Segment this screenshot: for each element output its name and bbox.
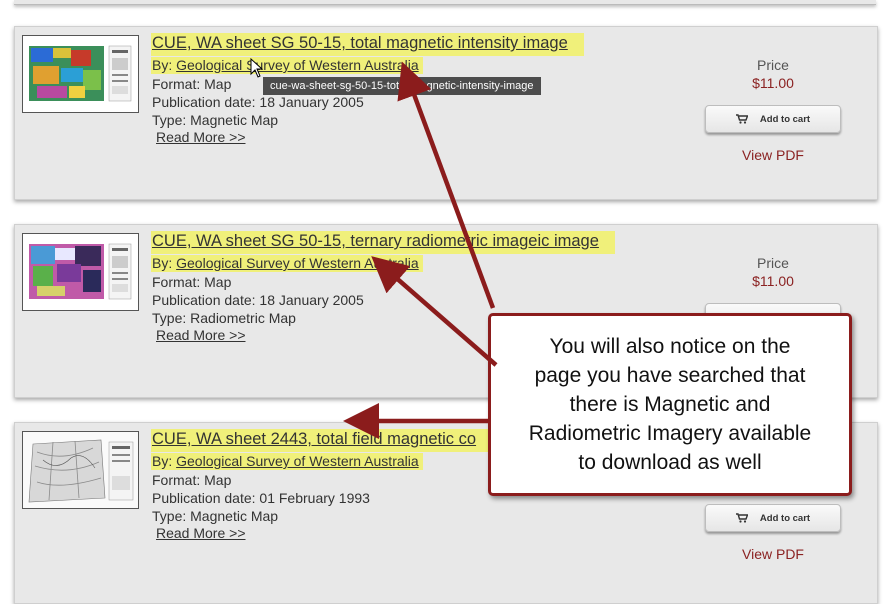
price-value: $11.00: [752, 273, 794, 289]
format-line: Format: Map: [152, 273, 615, 291]
format-label: Format:: [152, 472, 201, 488]
shopping-cart-icon: [735, 114, 748, 124]
date-label: Publication date:: [152, 490, 256, 506]
link-url-tooltip: cue-wa-sheet-sg-50-15-total-magnetic-int…: [263, 77, 541, 95]
format-value: Map: [204, 274, 232, 290]
format-value: Map: [204, 472, 232, 488]
product-card-magnetic-intensity: CUE, WA sheet SG 50-15, total magnetic i…: [14, 26, 878, 200]
price-label: Price: [757, 255, 789, 271]
product-thumbnail-total-field[interactable]: [22, 431, 139, 509]
date-label: Publication date:: [152, 292, 256, 308]
read-more-link[interactable]: Read More >>: [156, 525, 246, 542]
view-pdf-link[interactable]: View PDF: [705, 546, 841, 562]
add-to-cart-label: Add to cart: [759, 512, 811, 524]
date-value: 01 February 1993: [259, 490, 370, 506]
product-title-link[interactable]: CUE, WA sheet 2443, total field magnetic…: [151, 429, 493, 452]
product-thumbnail-magnetic[interactable]: [22, 35, 139, 113]
date-line: Publication date: 18 January 2005: [152, 291, 615, 309]
format-line: Format: Map: [152, 471, 492, 489]
publisher-line: By: Geological Survey of Western Austral…: [151, 255, 423, 272]
product-thumbnail-radiometric[interactable]: [22, 233, 139, 311]
type-line: Type: Magnetic Map: [152, 111, 584, 129]
type-label: Type:: [152, 310, 187, 326]
product-title-link[interactable]: CUE, WA sheet SG 50-15, total magnetic i…: [151, 33, 584, 56]
date-line: Publication date: 18 January 2005: [152, 93, 584, 111]
add-to-cart-button[interactable]: Add to cart: [705, 504, 841, 532]
mouse-pointer-icon: [250, 58, 264, 78]
annotation-callout-text: You will also notice on the page you hav…: [528, 335, 812, 474]
view-pdf-link[interactable]: View PDF: [705, 147, 841, 163]
publisher-line: By: Geological Survey of Western Austral…: [151, 453, 423, 470]
add-to-cart-label: Add to cart: [759, 113, 811, 125]
publisher-line: By: Geological Survey of Western Austral…: [151, 57, 423, 74]
publisher-link[interactable]: Geological Survey of Western Australia: [176, 57, 419, 73]
read-more-link[interactable]: Read More >>: [156, 129, 246, 146]
type-value: Radiometric Map: [190, 310, 296, 326]
type-value: Magnetic Map: [190, 508, 279, 524]
type-line: Type: Magnetic Map: [152, 507, 492, 525]
by-label: By:: [152, 255, 173, 271]
publisher-link[interactable]: Geological Survey of Western Australia: [176, 453, 419, 469]
read-more-link[interactable]: Read More >>: [156, 327, 246, 344]
date-value: 18 January 2005: [259, 292, 364, 308]
shopping-cart-icon: [735, 513, 748, 523]
format-label: Format:: [152, 76, 201, 92]
format-label: Format:: [152, 274, 201, 290]
annotation-callout-box: You will also notice on the page you hav…: [488, 313, 852, 496]
add-to-cart-button[interactable]: Add to cart: [705, 105, 841, 133]
date-label: Publication date:: [152, 94, 256, 110]
type-label: Type:: [152, 508, 187, 524]
date-line: Publication date: 01 February 1993: [152, 489, 492, 507]
format-value: Map: [204, 76, 232, 92]
type-label: Type:: [152, 112, 187, 128]
price-label: Price: [757, 57, 789, 73]
product-title-link[interactable]: CUE, WA sheet SG 50-15, ternary radiomet…: [151, 231, 615, 254]
publisher-link[interactable]: Geological Survey of Western Australia: [176, 255, 419, 271]
price-value: $11.00: [752, 75, 794, 91]
type-value: Magnetic Map: [190, 112, 279, 128]
by-label: By:: [152, 57, 173, 73]
by-label: By:: [152, 453, 173, 469]
previous-card-edge: [14, 0, 876, 5]
date-value: 18 January 2005: [259, 94, 364, 110]
